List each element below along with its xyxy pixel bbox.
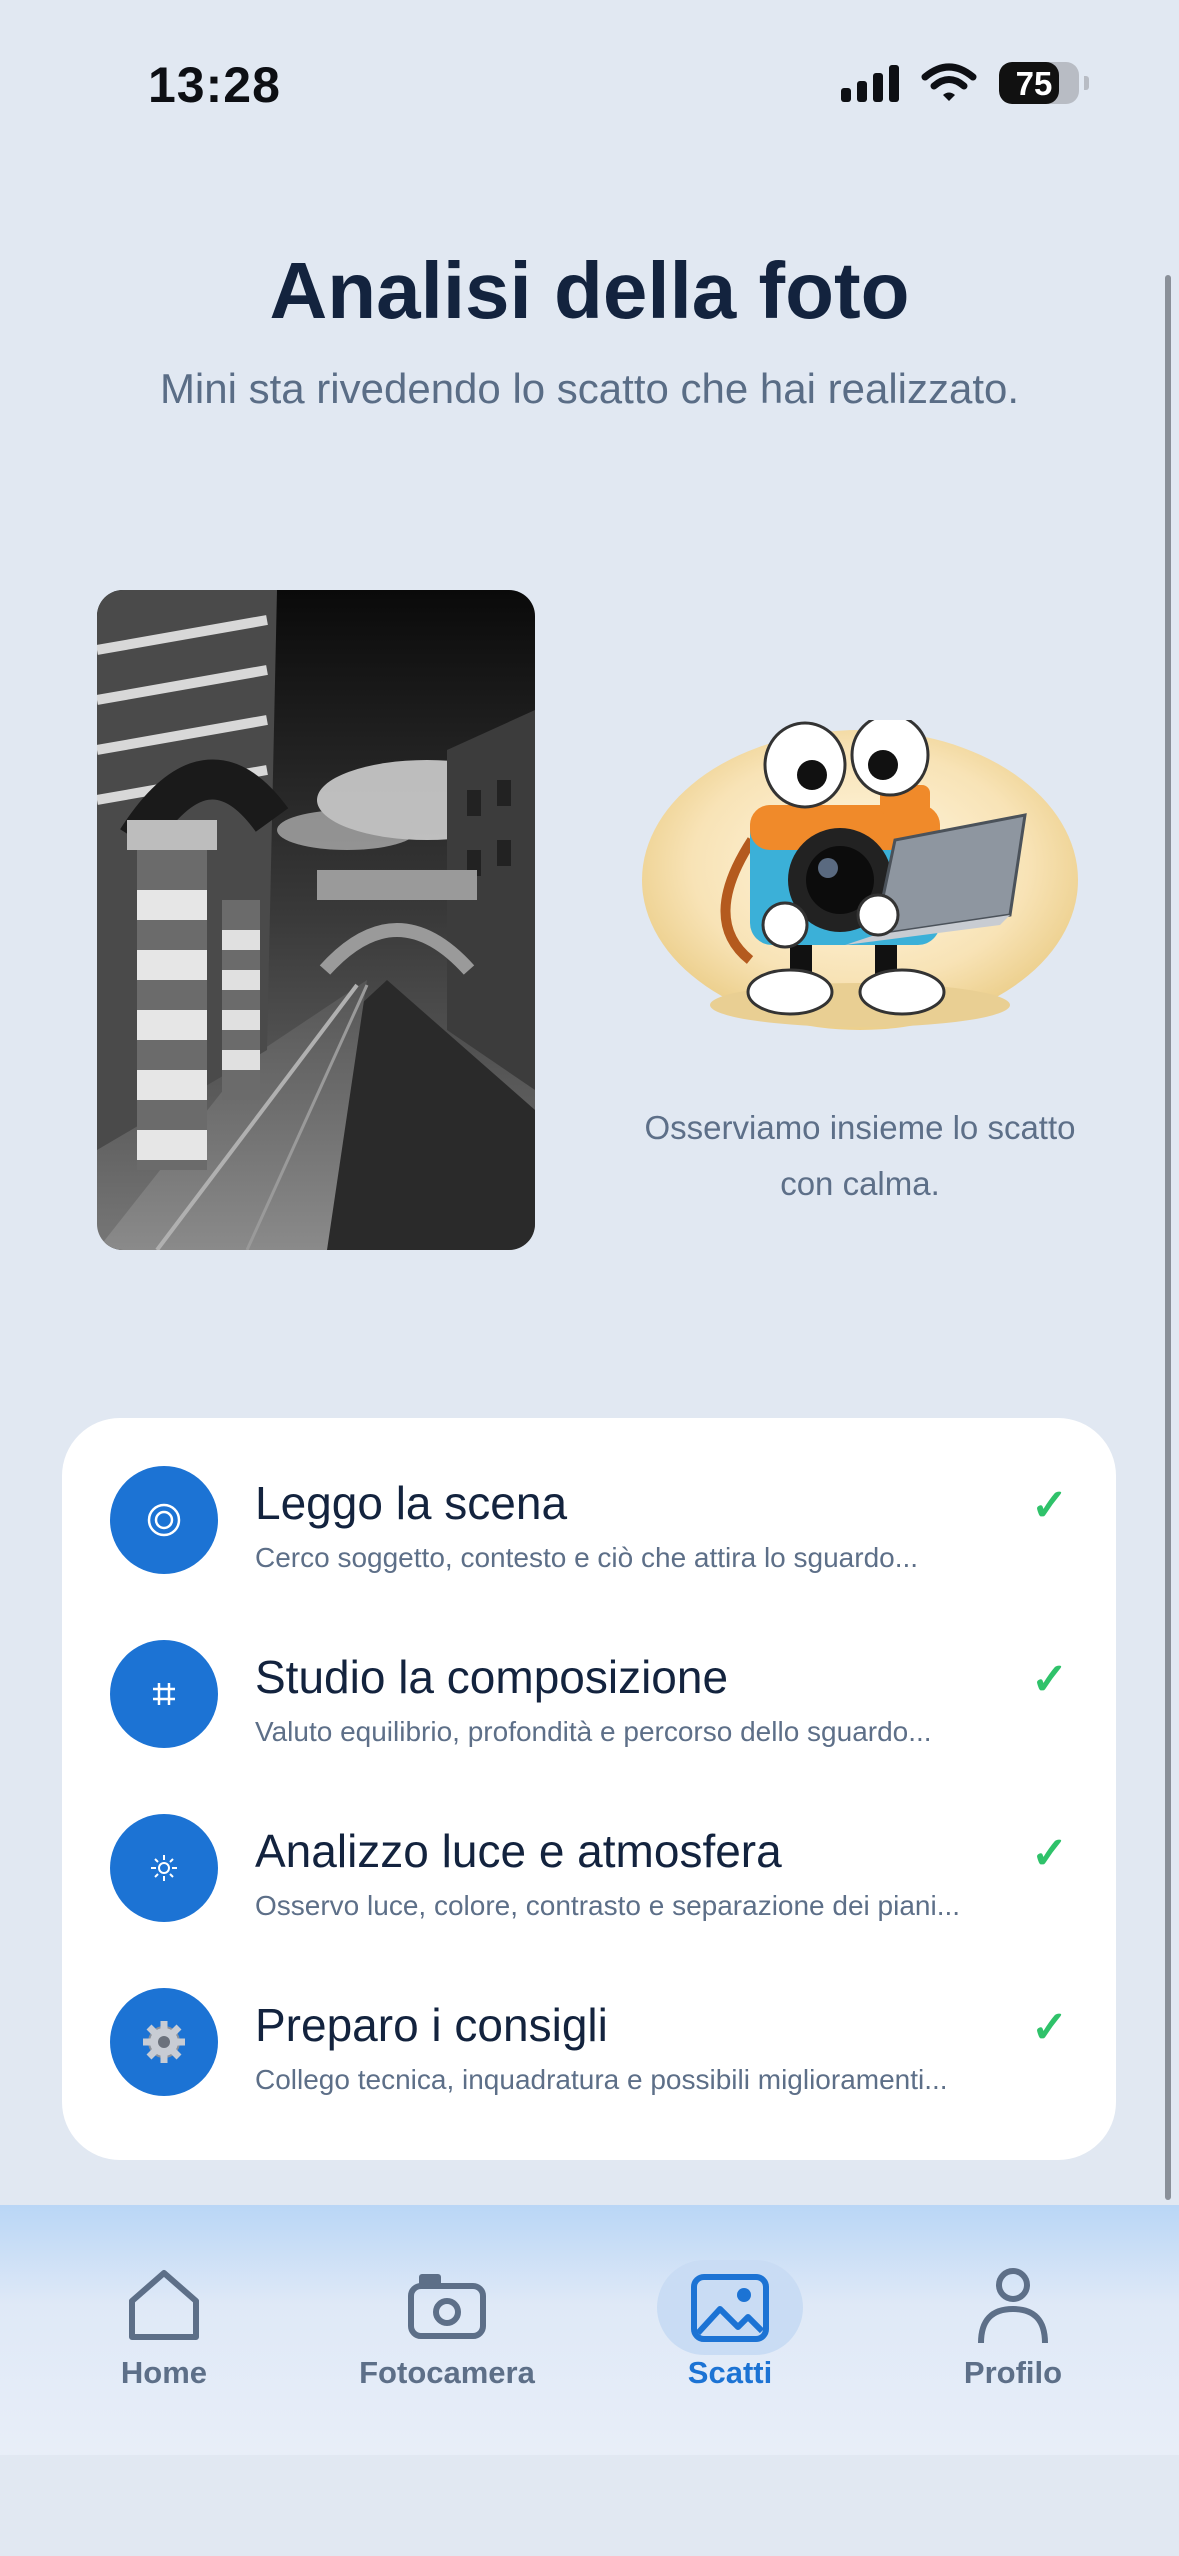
- tab-bar: Home Fotocamera Scatti Profilo: [0, 2205, 1179, 2455]
- status-time: 13:28: [148, 57, 281, 113]
- sun-icon: [110, 1814, 218, 1922]
- page-title: Analisi della foto: [269, 246, 910, 335]
- step-title: Analizzo luce e atmosfera: [255, 1825, 782, 1877]
- scrollbar[interactable]: [1165, 275, 1171, 2200]
- analyzed-photo: [97, 590, 535, 1250]
- step-title: Preparo i consigli: [255, 1999, 608, 2051]
- step-light: Analizzo luce e atmosfera Osservo luce, …: [62, 1788, 1116, 1938]
- checkmark-icon: ✓: [1031, 1481, 1068, 1530]
- battery-level: 75: [1015, 65, 1053, 102]
- step-composition: Studio la composizione Valuto equilibrio…: [62, 1614, 1116, 1764]
- step-description: Collego tecnica, inquadratura e possibil…: [255, 2064, 948, 2095]
- step-read-scene: Leggo la scena Cerco soggetto, contesto …: [62, 1440, 1116, 1590]
- step-title: Leggo la scena: [255, 1477, 568, 1529]
- page-subtitle: Mini sta rivedendo lo scatto che hai rea…: [159, 365, 1020, 412]
- wifi-icon: [921, 63, 977, 101]
- mascot-illustration: [640, 713, 1080, 1040]
- step-description: Osservo luce, colore, contrasto e separa…: [255, 1890, 961, 1921]
- tab-shots[interactable]: Scatti: [610, 2205, 850, 2455]
- tab-label: Fotocamera: [359, 2355, 535, 2390]
- battery-icon: 75: [999, 62, 1089, 104]
- step-description: Valuto equilibrio, profondità e percorso…: [255, 1716, 932, 1747]
- step-description: Cerco soggetto, contesto e ciò che attir…: [255, 1542, 919, 1573]
- step-advice: Preparo i consigli Collego tecnica, inqu…: [62, 1962, 1116, 2112]
- tab-label: Profilo: [963, 2355, 1063, 2390]
- camera-icon: [392, 2260, 502, 2350]
- grid-icon: [110, 1640, 218, 1748]
- gear-icon: [110, 1988, 218, 2096]
- step-title: Studio la composizione: [255, 1651, 729, 1703]
- tab-label: Home: [120, 2355, 208, 2390]
- tab-camera[interactable]: Fotocamera: [327, 2205, 567, 2455]
- home-icon: [109, 2260, 219, 2350]
- status-icons: 75: [841, 62, 1089, 104]
- tab-home[interactable]: Home: [44, 2205, 284, 2455]
- mascot-caption: Osserviamo insieme lo scatto con calma.: [644, 1109, 1076, 1202]
- photo-icon: [657, 2260, 803, 2355]
- target-icon: [110, 1466, 218, 1574]
- checkmark-icon: ✓: [1031, 1655, 1068, 1704]
- tab-profile[interactable]: Profilo: [893, 2205, 1133, 2455]
- profile-icon: [958, 2260, 1068, 2350]
- tab-label: Scatti: [687, 2355, 773, 2390]
- analysis-steps-card: Leggo la scena Cerco soggetto, contesto …: [62, 1418, 1116, 2160]
- cellular-signal-icon: [841, 64, 899, 102]
- checkmark-icon: ✓: [1031, 2003, 1068, 2052]
- checkmark-icon: ✓: [1031, 1829, 1068, 1878]
